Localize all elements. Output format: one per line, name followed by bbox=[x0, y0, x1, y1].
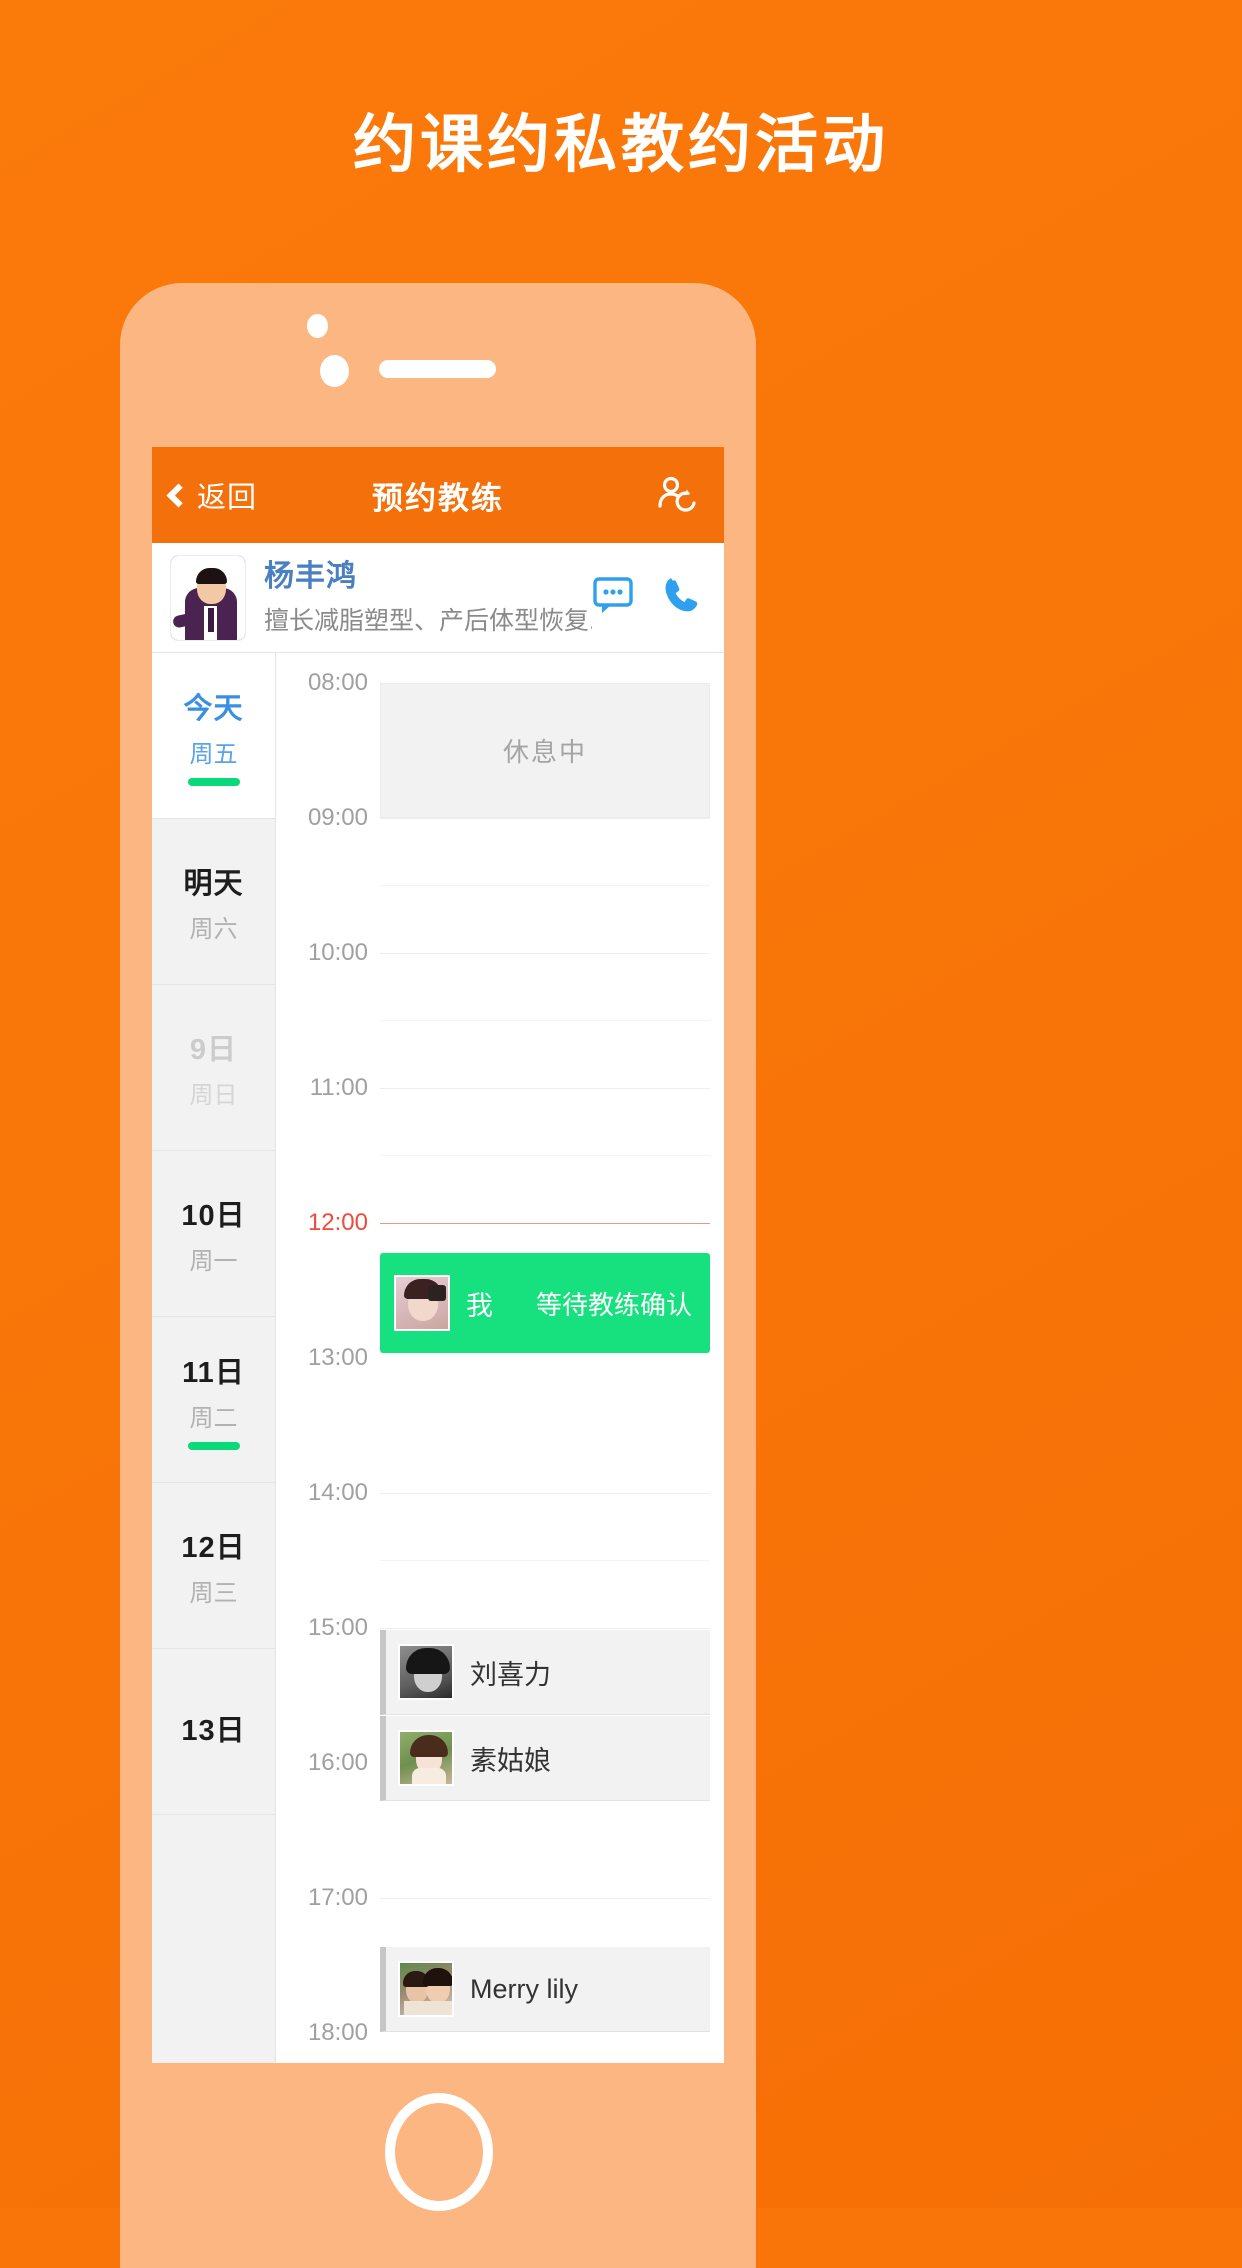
promo-headline: 约课约私教约活动 bbox=[353, 110, 889, 180]
event-avatar bbox=[394, 1275, 450, 1331]
hour-label: 08:00 bbox=[307, 669, 368, 696]
coach-avatar bbox=[170, 554, 246, 641]
phone-icon[interactable] bbox=[660, 574, 702, 621]
timeline[interactable]: 08:00 09:00 10:00 11:00 12:00 13:00 14:0… bbox=[276, 653, 724, 2063]
date-sub: 周一 bbox=[189, 1247, 238, 1275]
event-booking-liu[interactable]: 刘喜力 bbox=[380, 1630, 710, 1715]
hour-label: 10:00 bbox=[307, 939, 368, 966]
event-label: 我 bbox=[466, 1290, 493, 1321]
phone-camera-icon bbox=[320, 355, 349, 387]
date-marker bbox=[187, 1442, 240, 1450]
phone-speaker-grill bbox=[379, 360, 496, 378]
date-item-4[interactable]: 11日 周二 bbox=[152, 1317, 275, 1483]
hour-row-1100: 11:00 bbox=[276, 1074, 724, 1101]
back-button[interactable]: 返回 bbox=[166, 474, 258, 516]
hour-row-1000: 10:00 bbox=[276, 939, 724, 966]
event-my-booking[interactable]: 我 等待教练确认 bbox=[380, 1253, 710, 1353]
coach-profile-row[interactable]: 杨丰鸿 擅长减脂塑型、产后体型恢复... bbox=[152, 543, 724, 653]
hour-label: 14:00 bbox=[307, 1479, 368, 1506]
date-sub: 周二 bbox=[189, 1405, 238, 1432]
chat-bubble-icon[interactable] bbox=[592, 574, 634, 621]
hour-label: 13:00 bbox=[307, 1344, 368, 1371]
event-booking-lily[interactable]: Merry lily bbox=[380, 1947, 710, 2032]
date-item-5[interactable]: 12日 周三 bbox=[152, 1483, 275, 1649]
date-main: 12日 bbox=[181, 1531, 246, 1564]
back-button-label: 返回 bbox=[197, 482, 258, 514]
hour-label: 11:00 bbox=[309, 1074, 368, 1101]
hour-label: 18:00 bbox=[307, 2019, 368, 2046]
coach-info: 杨丰鸿 擅长减脂塑型、产后体型恢复... bbox=[264, 558, 592, 637]
event-avatar bbox=[398, 1730, 454, 1786]
event-rest[interactable]: 休息中 bbox=[380, 683, 710, 818]
date-main: 明天 bbox=[183, 867, 244, 900]
hour-row-1400: 14:00 bbox=[276, 1479, 724, 1506]
hour-label: 15:00 bbox=[307, 1614, 368, 1641]
event-label: Merry lily bbox=[470, 1973, 578, 2004]
event-avatar bbox=[398, 1644, 454, 1700]
event-booking-su[interactable]: 素姑娘 bbox=[380, 1716, 710, 1801]
date-marker bbox=[187, 778, 240, 786]
hour-row-0900: 09:00 bbox=[276, 804, 724, 831]
date-sub: 周日 bbox=[189, 1081, 238, 1109]
hour-label: 17:00 bbox=[307, 1884, 368, 1911]
event-label: 休息中 bbox=[502, 737, 587, 767]
date-main: 9日 bbox=[189, 1033, 238, 1066]
hour-row-1500: 15:00 bbox=[276, 1614, 724, 1641]
date-item-3[interactable]: 10日 周一 bbox=[152, 1151, 275, 1317]
date-item-1[interactable]: 明天 周六 bbox=[152, 819, 275, 985]
phone-screen: 返回 预约教练 杨丰鸿 擅长减脂塑型、产后体型恢复... 今天 周五 明天 周六… bbox=[152, 447, 724, 2063]
date-item-6[interactable]: 13日 bbox=[152, 1649, 275, 1815]
date-main: 11日 bbox=[182, 1357, 245, 1389]
event-label: 刘喜力 bbox=[470, 1659, 551, 1690]
coach-actions bbox=[592, 574, 702, 621]
date-sub: 周六 bbox=[189, 915, 238, 943]
hour-label: 16:00 bbox=[307, 1749, 368, 1776]
event-status: 等待教练确认 bbox=[535, 1289, 692, 1320]
navigation-bar: 返回 预约教练 bbox=[152, 447, 724, 543]
date-main: 13日 bbox=[181, 1715, 246, 1747]
coach-bio: 擅长减脂塑型、产后体型恢复... bbox=[264, 606, 592, 635]
date-item-0[interactable]: 今天 周五 bbox=[152, 653, 275, 819]
hour-row-1300: 13:00 bbox=[276, 1344, 724, 1371]
hour-label-current: 12:00 bbox=[307, 1209, 368, 1236]
date-sidebar: 今天 周五 明天 周六 9日 周日 10日 周一 11日 周二 12日 周三 1… bbox=[152, 653, 276, 2063]
date-item-2[interactable]: 9日 周日 bbox=[152, 985, 275, 1151]
phone-sensor-dot bbox=[307, 314, 328, 338]
hour-row-1700: 17:00 bbox=[276, 1884, 724, 1911]
date-main: 10日 bbox=[181, 1199, 246, 1232]
hour-label: 09:00 bbox=[307, 804, 368, 831]
event-avatar bbox=[398, 1961, 454, 2017]
hour-row-1200-current: 12:00 bbox=[276, 1209, 724, 1236]
chevron-left-icon bbox=[166, 482, 191, 508]
hour-row-1800: 18:00 bbox=[276, 2019, 724, 2046]
phone-home-button[interactable] bbox=[385, 2093, 493, 2211]
date-sub: 周五 bbox=[189, 741, 238, 768]
coach-name: 杨丰鸿 bbox=[264, 560, 357, 594]
schedule-body: 今天 周五 明天 周六 9日 周日 10日 周一 11日 周二 12日 周三 1… bbox=[152, 653, 724, 2063]
date-main: 今天 bbox=[183, 693, 244, 725]
event-label: 素姑娘 bbox=[470, 1745, 551, 1776]
date-sub: 周三 bbox=[189, 1579, 238, 1607]
switch-coach-icon[interactable] bbox=[654, 471, 702, 519]
